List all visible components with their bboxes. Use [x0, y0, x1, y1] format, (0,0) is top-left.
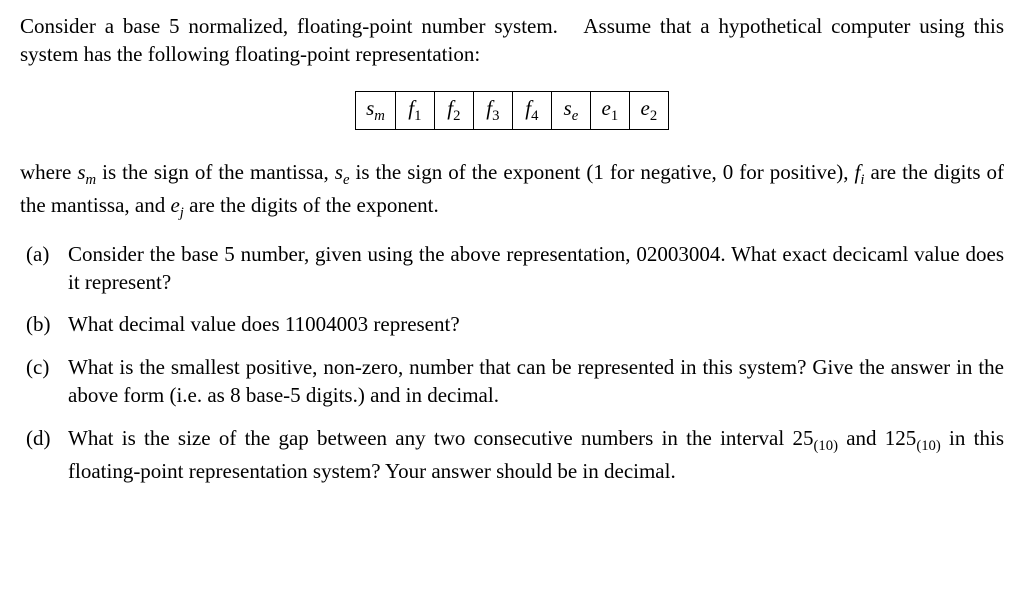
- item-d-t1: What is the size of the gap between any …: [68, 426, 813, 450]
- sub-m: m: [86, 172, 97, 188]
- cell-e2: e2: [630, 92, 668, 129]
- cell-f1: f1: [396, 92, 435, 129]
- fp-table: sm f1 f2 f3 f4 se e1 e2: [355, 91, 669, 130]
- cell-f4: f4: [513, 92, 552, 129]
- intro-paragraph: Consider a base 5 normalized, floating-p…: [20, 12, 1004, 69]
- cell-sub: 1: [611, 108, 618, 124]
- cell-e1: e1: [591, 92, 630, 129]
- item-c: (c) What is the smallest positive, non-z…: [20, 353, 1004, 410]
- item-c-text: What is the smallest positive, non-zero,…: [68, 353, 1004, 410]
- item-d-text: What is the size of the gap between any …: [68, 424, 1004, 485]
- fp-representation-row: sm f1 f2 f3 f4 se e1 e2: [20, 91, 1004, 130]
- item-d-sub1: (10): [813, 438, 837, 454]
- where-text: where: [20, 160, 77, 184]
- cell-var: s: [564, 96, 572, 120]
- where-text: are the digits of the exponent.: [184, 193, 439, 217]
- cell-f2: f2: [435, 92, 474, 129]
- item-a: (a) Consider the base 5 number, given us…: [20, 240, 1004, 297]
- item-b: (b) What decimal value does 11004003 rep…: [20, 310, 1004, 338]
- question-list: (a) Consider the base 5 number, given us…: [20, 240, 1004, 485]
- cell-sub: 2: [453, 108, 460, 124]
- item-a-text: Consider the base 5 number, given using …: [68, 240, 1004, 297]
- var-sm: s: [77, 160, 85, 184]
- cell-sub: 3: [492, 108, 499, 124]
- intro-sentence-1: Consider a base 5 normalized, floating-p…: [20, 14, 558, 38]
- item-b-label: (b): [20, 310, 68, 338]
- cell-var: e: [602, 96, 611, 120]
- item-b-text: What decimal value does 11004003 represe…: [68, 310, 1004, 338]
- item-d-t2: and 125: [838, 426, 916, 450]
- cell-sub: m: [374, 108, 385, 124]
- where-text: is the sign of the mantissa,: [96, 160, 335, 184]
- cell-sub: e: [572, 108, 579, 124]
- item-a-label: (a): [20, 240, 68, 297]
- cell-sm: sm: [356, 92, 396, 129]
- cell-se: se: [552, 92, 591, 129]
- var-ej: e: [170, 193, 179, 217]
- cell-sub: 1: [414, 108, 421, 124]
- item-c-label: (c): [20, 353, 68, 410]
- item-d: (d) What is the size of the gap between …: [20, 424, 1004, 485]
- item-d-label: (d): [20, 424, 68, 485]
- cell-var: e: [641, 96, 650, 120]
- cell-f3: f3: [474, 92, 513, 129]
- cell-sub: 2: [650, 108, 657, 124]
- var-se: s: [335, 160, 343, 184]
- where-paragraph: where sm is the sign of the mantissa, se…: [20, 158, 1004, 224]
- cell-sub: 4: [531, 108, 538, 124]
- where-text: is the sign of the exponent (1 for negat…: [350, 160, 855, 184]
- item-d-sub2: (10): [916, 438, 940, 454]
